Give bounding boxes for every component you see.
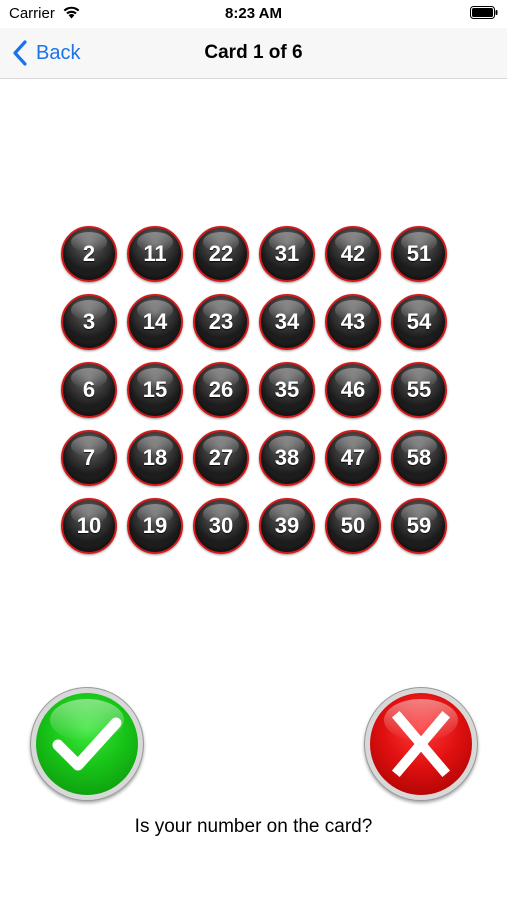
number-ball: 15 [127, 362, 183, 418]
number-ball-label: 30 [208, 513, 234, 538]
number-ball: 11 [127, 226, 183, 282]
number-ball: 34 [259, 294, 315, 350]
number-ball-label: 51 [406, 241, 432, 266]
number-ball-label: 14 [142, 309, 168, 334]
screen: Carrier 8:23 AM Back Card 1 of 6 2 11 22 31… [0, 0, 507, 900]
number-ball: 10 [61, 498, 117, 554]
number-ball: 58 [391, 430, 447, 486]
page-title: Card 1 of 6 [204, 42, 303, 63]
question-label: Is your number on the card? [134, 816, 373, 837]
number-ball: 43 [325, 294, 381, 350]
number-ball-label: 6 [82, 377, 96, 402]
number-ball-label: 22 [208, 241, 234, 266]
number-ball: 54 [391, 294, 447, 350]
number-ball: 39 [259, 498, 315, 554]
number-ball-label: 11 [143, 241, 167, 266]
yes-button[interactable] [30, 687, 144, 801]
number-ball: 7 [61, 430, 117, 486]
number-ball: 47 [325, 430, 381, 486]
number-ball: 51 [391, 226, 447, 282]
number-ball-label: 58 [406, 445, 432, 470]
number-ball-label: 18 [142, 445, 168, 470]
number-ball-label: 34 [274, 309, 300, 334]
number-ball-label: 42 [340, 241, 366, 266]
number-ball: 2 [61, 226, 117, 282]
number-ball: 22 [193, 226, 249, 282]
number-ball-label: 23 [208, 309, 234, 334]
number-ball: 35 [259, 362, 315, 418]
clock: 8:23 AM [225, 5, 282, 22]
number-ball-label: 10 [76, 513, 102, 538]
number-ball-label: 50 [340, 513, 366, 538]
number-ball-label: 47 [340, 445, 366, 470]
number-ball-label: 59 [406, 513, 432, 538]
number-ball: 18 [127, 430, 183, 486]
number-ball: 55 [391, 362, 447, 418]
number-ball: 14 [127, 294, 183, 350]
x-icon [391, 710, 451, 778]
number-ball-label: 27 [208, 445, 234, 470]
number-ball: 26 [193, 362, 249, 418]
number-ball-label: 39 [274, 513, 300, 538]
number-ball: 27 [193, 430, 249, 486]
number-ball-label: 7 [82, 445, 96, 470]
number-ball-label: 26 [208, 377, 234, 402]
no-button-face [370, 693, 472, 795]
yes-button-face [36, 693, 138, 795]
number-ball: 50 [325, 498, 381, 554]
number-card-grid: 2 11 22 31 42 51 3 14 23 34 43 54 6 15 26 35 46 55 7 18 27 38… [61, 226, 447, 554]
number-ball: 46 [325, 362, 381, 418]
number-ball: 42 [325, 226, 381, 282]
number-ball: 38 [259, 430, 315, 486]
battery-icon [470, 6, 498, 19]
number-ball: 23 [193, 294, 249, 350]
number-ball-label: 55 [406, 377, 432, 402]
number-ball-label: 43 [340, 309, 366, 334]
number-ball-label: 38 [274, 445, 300, 470]
number-ball: 30 [193, 498, 249, 554]
number-ball-label: 35 [274, 377, 300, 402]
checkmark-icon [52, 717, 122, 771]
navigation-bar: Back Card 1 of 6 [0, 28, 507, 79]
number-ball-label: 3 [82, 309, 96, 334]
number-ball-label: 19 [142, 513, 168, 538]
number-ball-label: 31 [274, 241, 300, 266]
status-bar: Carrier 8:23 AM [0, 0, 507, 28]
number-ball-label: 15 [142, 377, 168, 402]
no-button[interactable] [364, 687, 478, 801]
number-ball: 31 [259, 226, 315, 282]
number-ball: 59 [391, 498, 447, 554]
number-ball-label: 2 [82, 241, 96, 266]
number-ball: 3 [61, 294, 117, 350]
number-ball: 19 [127, 498, 183, 554]
number-ball-label: 46 [340, 377, 366, 402]
number-ball: 6 [61, 362, 117, 418]
number-ball-label: 54 [406, 309, 432, 334]
